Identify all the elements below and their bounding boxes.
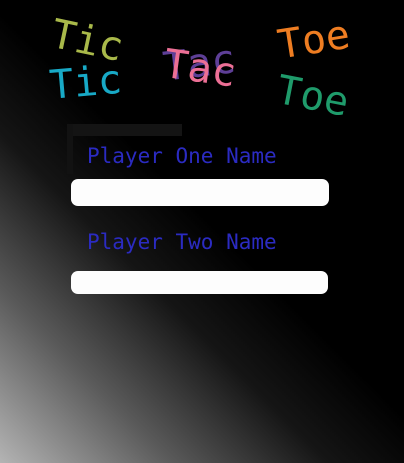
form-panel-edge-side — [67, 124, 73, 174]
form-panel-edge — [67, 124, 182, 136]
title-word-tac: Tac — [161, 41, 239, 97]
title-word-toe: Toe — [274, 11, 354, 69]
player-one-name-label: Player One Name — [87, 144, 277, 168]
player-two-name-input[interactable] — [71, 271, 328, 294]
title-word-tic: Tic — [47, 56, 124, 109]
title-word-toe: Toe — [272, 67, 353, 126]
player-one-name-input[interactable] — [71, 179, 329, 206]
player-two-name-label: Player Two Name — [87, 230, 277, 254]
